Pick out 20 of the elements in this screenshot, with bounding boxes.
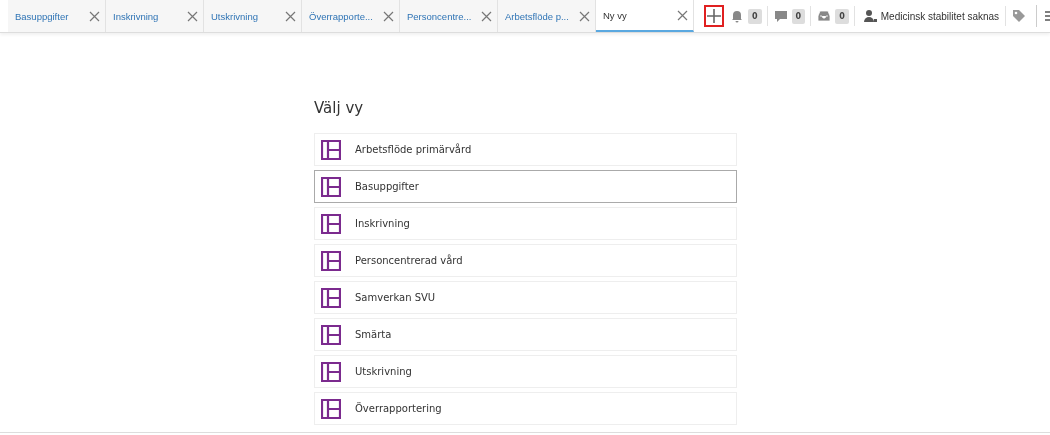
tab[interactable]: Inskrivning xyxy=(106,0,204,32)
view-item[interactable]: Utskrivning xyxy=(314,355,737,388)
tab[interactable]: Personcentre... xyxy=(400,0,498,32)
count-badge: 0 xyxy=(748,8,762,24)
count-badge: 0 xyxy=(835,8,849,24)
tab[interactable]: Utskrivning xyxy=(204,0,302,32)
view-item[interactable]: Överrapportering xyxy=(314,392,737,425)
view-item[interactable]: Smärta xyxy=(314,318,737,351)
patient-status: Medicinsk stabilitet saknas xyxy=(880,10,1000,22)
count-badge: 0 xyxy=(791,8,806,24)
page-title: Välj vy xyxy=(314,99,365,117)
view-item[interactable]: Samverkan SVU xyxy=(314,281,737,314)
view-item[interactable]: Personcentrerad vård xyxy=(314,244,737,277)
view-item[interactable]: Arbetsflöde primärvård xyxy=(314,133,737,166)
tab[interactable]: Basuppgifter xyxy=(8,0,106,32)
view-item[interactable]: Inskrivning xyxy=(314,207,737,240)
tab[interactable]: Arbetsflöde p... xyxy=(498,0,596,32)
tab[interactable]: Överrapporte... xyxy=(302,0,400,32)
view-item[interactable]: Basuppgifter xyxy=(314,170,737,203)
tab[interactable]: Ny vy xyxy=(596,0,694,32)
